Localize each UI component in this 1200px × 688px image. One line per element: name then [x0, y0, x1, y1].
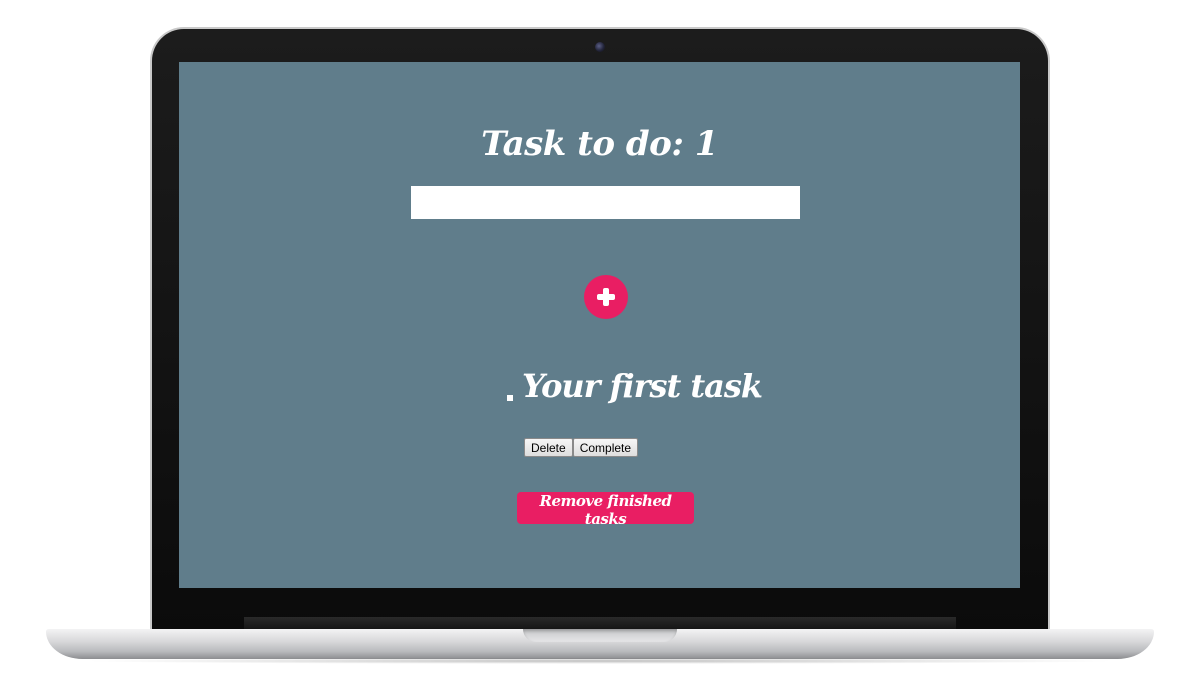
page-title: Task to do: 1	[179, 124, 1020, 164]
remove-finished-button[interactable]: Remove finished tasks	[517, 492, 694, 528]
bullet-icon	[507, 395, 513, 401]
task-actions: Delete Complete	[524, 438, 639, 457]
plus-icon-stroke	[603, 288, 609, 306]
app-screen: Task to do: 1 Your first task Delete Com…	[179, 62, 1020, 588]
task-text: Your first task	[522, 367, 763, 405]
webcam-icon	[595, 42, 605, 52]
task-input[interactable]	[411, 186, 800, 219]
task-list: Your first task Delete Complete	[179, 367, 1020, 467]
task-count: 1	[694, 124, 719, 164]
complete-button[interactable]: Complete	[572, 438, 639, 457]
laptop-shadow	[80, 658, 1120, 664]
laptop-notch	[523, 629, 677, 642]
add-task-button[interactable]	[584, 275, 628, 319]
list-item: Your first task Delete Complete	[179, 367, 1020, 467]
title-prefix: Task to do:	[481, 124, 695, 164]
delete-button[interactable]: Delete	[524, 438, 573, 457]
